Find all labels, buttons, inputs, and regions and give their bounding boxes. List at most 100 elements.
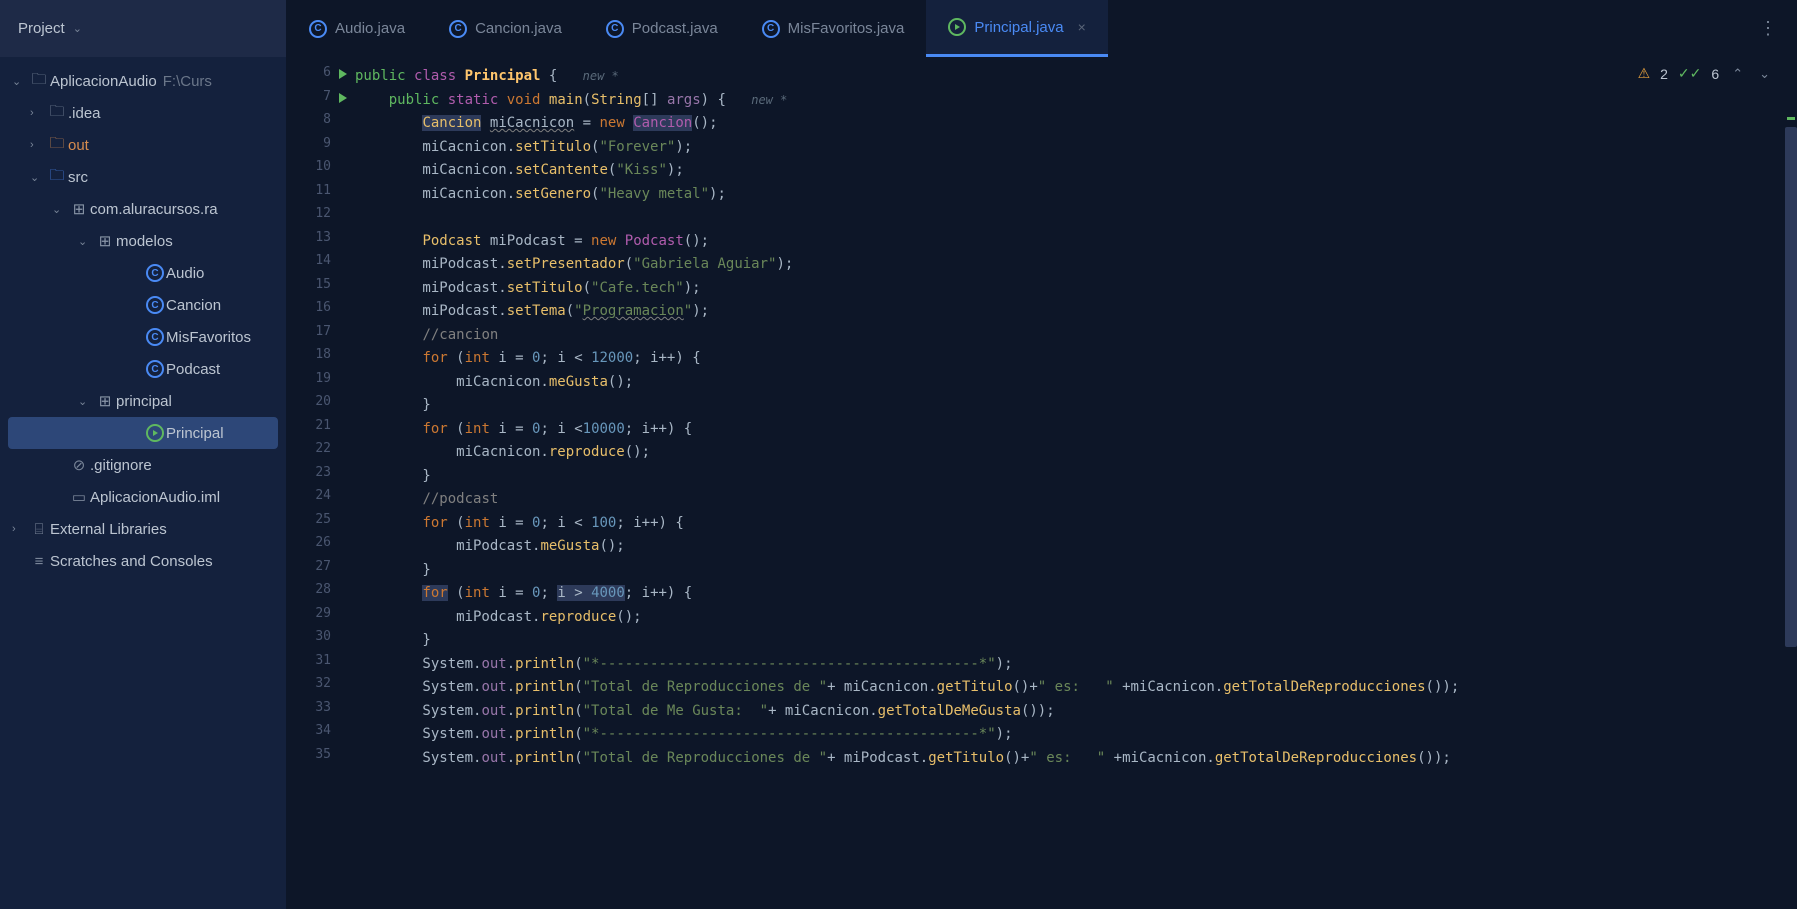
folder-icon: 🗀 <box>46 133 68 158</box>
gutter-line[interactable]: 26 <box>287 535 343 559</box>
tab-label: Cancion.java <box>475 20 562 37</box>
gutter-line[interactable]: 32 <box>287 676 343 700</box>
gutter-line[interactable]: 10 <box>287 159 343 183</box>
gutter-line[interactable]: 12 <box>287 206 343 230</box>
library-icon: ⌸ <box>28 521 50 538</box>
gutter-line[interactable]: 29 <box>287 606 343 630</box>
ok-count: 6 <box>1711 66 1719 82</box>
folder-icon: 🗀 <box>46 165 68 190</box>
tree-label: out <box>68 137 89 154</box>
chevron-down-icon: ⌄ <box>73 22 82 35</box>
gutter-line[interactable]: 22 <box>287 441 343 465</box>
class-icon: C <box>144 296 166 314</box>
tab-misfavoritos[interactable]: CMisFavoritos.java <box>740 0 927 57</box>
class-icon: C <box>606 20 624 38</box>
tree-item-misfavoritos[interactable]: CMisFavoritos <box>0 321 286 353</box>
tree-item-cancion[interactable]: CCancion <box>0 289 286 321</box>
tree-item-podcast[interactable]: CPodcast <box>0 353 286 385</box>
gutter-line[interactable]: 8 <box>287 112 343 136</box>
gutter-line[interactable]: 34 <box>287 723 343 747</box>
tree-label: src <box>68 169 88 186</box>
next-highlight-button[interactable]: ⌄ <box>1756 66 1773 82</box>
gutter-line[interactable]: 25 <box>287 512 343 536</box>
gutter-line[interactable]: 23 <box>287 465 343 489</box>
tabs-overflow-menu[interactable]: ⋮ <box>1739 0 1797 57</box>
scrollbar-thumb[interactable] <box>1785 127 1797 647</box>
tree-label: com.aluracursos.ra <box>90 201 218 218</box>
gutter-line[interactable]: 18 <box>287 347 343 371</box>
code-editor[interactable]: 6789101112131415161718192021222324252627… <box>287 57 1797 909</box>
tree-label: MisFavoritos <box>166 329 251 346</box>
gutter-line[interactable]: 11 <box>287 183 343 207</box>
tree-label: Scratches and Consoles <box>50 553 213 570</box>
tree-root[interactable]: ⌄ 🗀 AplicacionAudio F:\Curs <box>0 65 286 97</box>
file-icon: ▭ <box>68 488 90 506</box>
gutter-line[interactable]: 24 <box>287 488 343 512</box>
tree-item-aplicacionaudio-iml[interactable]: ▭AplicacionAudio.iml <box>0 481 286 513</box>
close-icon[interactable]: × <box>1078 19 1086 35</box>
gutter-line[interactable]: 15 <box>287 277 343 301</box>
tree-item--gitignore[interactable]: ⊘.gitignore <box>0 449 286 481</box>
package-icon: ⊞ <box>94 232 116 250</box>
tab-label: Audio.java <box>335 20 405 37</box>
tree-label: Principal <box>166 425 224 442</box>
tree-item-modelos[interactable]: ⌄⊞modelos <box>0 225 286 257</box>
class-icon: C <box>144 328 166 346</box>
tree-item-com-aluracursos-ra[interactable]: ⌄⊞com.aluracursos.ra <box>0 193 286 225</box>
gutter-line[interactable]: 9 <box>287 136 343 160</box>
gutter-line[interactable]: 27 <box>287 559 343 583</box>
tree-label: Cancion <box>166 297 221 314</box>
tree-item-audio[interactable]: CAudio <box>0 257 286 289</box>
class-icon: C <box>144 360 166 378</box>
gutter-line[interactable]: 17 <box>287 324 343 348</box>
tree-item-external-libraries[interactable]: ›⌸External Libraries <box>0 513 286 545</box>
gutter-line[interactable]: 30 <box>287 629 343 653</box>
tab-cancion[interactable]: CCancion.java <box>427 0 584 57</box>
tree-item-scratches-and-consoles[interactable]: ≡Scratches and Consoles <box>0 545 286 577</box>
inspection-status[interactable]: ⚠2 ✓✓6 ⌃ ⌄ <box>1638 65 1773 82</box>
class-icon: C <box>309 20 327 38</box>
gutter-line[interactable]: 35 <box>287 747 343 771</box>
prev-highlight-button[interactable]: ⌃ <box>1729 66 1746 82</box>
gitignore-icon: ⊘ <box>68 456 90 474</box>
gutter-line[interactable]: 28 <box>287 582 343 606</box>
warning-icon: ⚠ <box>1638 65 1651 82</box>
tree-label: Audio <box>166 265 204 282</box>
tree-item-principal[interactable]: Principal <box>8 417 278 449</box>
code-content[interactable]: public class Principal { new * public st… <box>343 57 1783 909</box>
gutter: 6789101112131415161718192021222324252627… <box>287 57 343 909</box>
gutter-line[interactable]: 33 <box>287 700 343 724</box>
tree-item-src[interactable]: ⌄🗀src <box>0 161 286 193</box>
gutter-line[interactable]: 19 <box>287 371 343 395</box>
tree-item--idea[interactable]: ›🗀.idea <box>0 97 286 129</box>
tab-audio[interactable]: C Audio.java <box>287 0 427 57</box>
gutter-line[interactable]: 6 <box>287 65 343 89</box>
gutter-line[interactable]: 14 <box>287 253 343 277</box>
gutter-line[interactable]: 21 <box>287 418 343 442</box>
error-stripe[interactable] <box>1783 57 1797 909</box>
project-tree: ⌄ 🗀 AplicacionAudio F:\Curs ›🗀.idea›🗀out… <box>0 57 287 909</box>
package-icon: ⊞ <box>94 392 116 410</box>
scratch-icon: ≡ <box>28 553 50 570</box>
tab-podcast[interactable]: CPodcast.java <box>584 0 740 57</box>
gutter-line[interactable]: 13 <box>287 230 343 254</box>
gutter-line[interactable]: 7 <box>287 89 343 113</box>
gutter-line[interactable]: 31 <box>287 653 343 677</box>
run-icon <box>144 424 166 442</box>
project-panel-title: Project <box>18 20 65 37</box>
tree-label: AplicacionAudio <box>50 73 157 90</box>
gutter-line[interactable]: 16 <box>287 300 343 324</box>
project-panel-header[interactable]: Project ⌄ <box>0 0 287 57</box>
gutter-line[interactable]: 20 <box>287 394 343 418</box>
class-icon: C <box>144 264 166 282</box>
run-icon <box>948 18 966 36</box>
tree-label: modelos <box>116 233 173 250</box>
folder-icon: 🗀 <box>46 101 68 126</box>
check-icon: ✓✓ <box>1678 65 1701 82</box>
tree-label: AplicacionAudio.iml <box>90 489 220 506</box>
folder-icon: 🗀 <box>28 69 50 94</box>
tab-principal[interactable]: Principal.java× <box>926 0 1107 57</box>
tree-item-principal[interactable]: ⌄⊞principal <box>0 385 286 417</box>
tree-item-out[interactable]: ›🗀out <box>0 129 286 161</box>
tab-label: MisFavoritos.java <box>788 20 905 37</box>
